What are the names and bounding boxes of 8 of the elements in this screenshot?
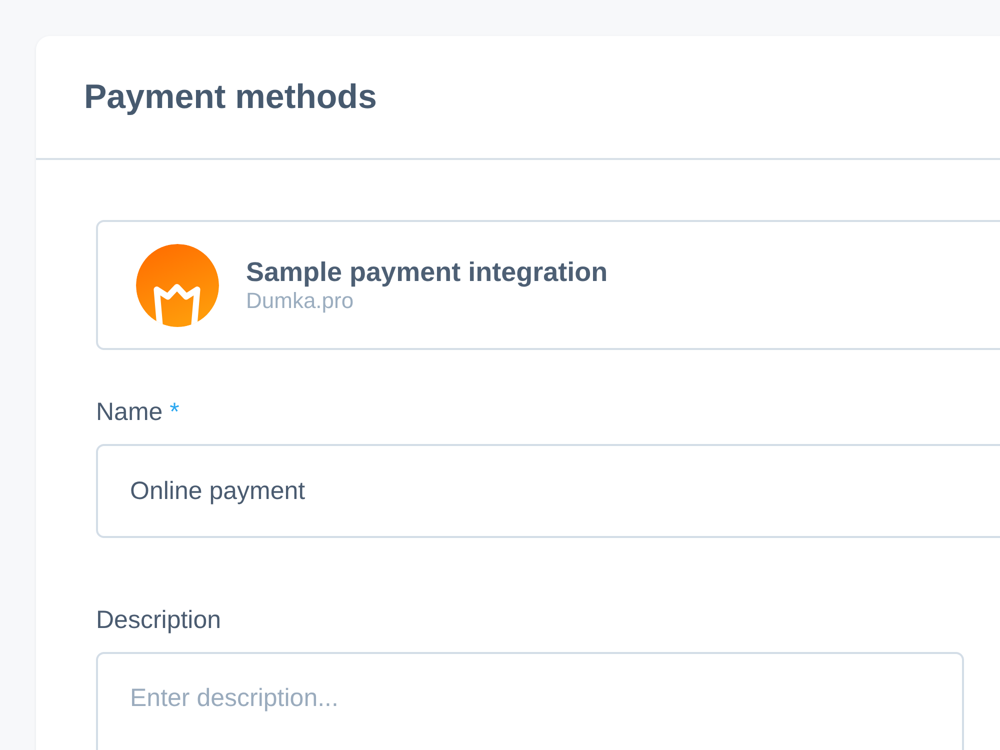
cup-logo-icon xyxy=(136,244,219,326)
page-title: Payment methods xyxy=(84,77,377,118)
description-textarea[interactable]: Enter description... xyxy=(96,652,964,750)
provider-vendor: Dumka.pro xyxy=(246,288,355,314)
provider-name: Sample payment integration xyxy=(246,256,608,288)
name-input[interactable]: Online payment xyxy=(96,444,1000,538)
field-label: Description xyxy=(96,605,222,636)
field-label: Name * xyxy=(96,397,180,428)
